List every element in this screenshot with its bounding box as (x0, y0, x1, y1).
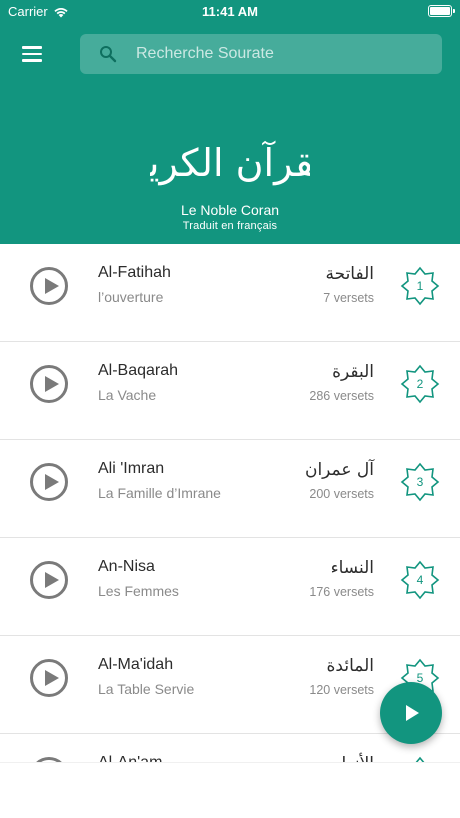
hamburger-icon-line (22, 46, 42, 49)
hamburger-icon-line (22, 59, 42, 62)
surah-list: Al-Fatihah l’ouverture الفاتحة 7 versets… (0, 244, 460, 762)
verse-count: 286 versets (309, 389, 374, 403)
star-badge-icon: 1 (400, 266, 440, 306)
status-bar: Carrier 11:41 AM (0, 0, 460, 24)
play-icon[interactable] (30, 463, 68, 501)
star-badge-icon: 2 (400, 364, 440, 404)
bottom-area (0, 762, 460, 818)
surah-arabic-name: الأنعام (331, 754, 374, 762)
surah-name: Al-Ma'idah (98, 656, 174, 673)
surah-name: An-Nisa (98, 558, 155, 575)
surah-translation: l’ouverture (98, 289, 164, 305)
play-icon[interactable] (30, 659, 68, 697)
surah-arabic-name: النساء (330, 558, 374, 578)
search-icon (80, 34, 136, 74)
surah-arabic-name: آل عمران (304, 460, 374, 480)
surah-translation: La Table Servie (98, 681, 195, 697)
verse-count: 7 versets (323, 291, 374, 305)
search-bar[interactable] (80, 34, 442, 74)
surah-arabic-name: المائدة (326, 656, 374, 676)
verse-count: 176 versets (309, 585, 374, 599)
surah-translation: Les Femmes (98, 583, 179, 599)
surah-translation: La Vache (98, 387, 157, 403)
hamburger-icon-line (22, 52, 42, 56)
battery-icon (428, 5, 455, 17)
star-badge-icon: 4 (400, 560, 440, 600)
surah-number: 1 (416, 279, 424, 293)
surah-number: 3 (416, 475, 424, 489)
surah-row[interactable]: Ali 'Imran La Famille d’Imrane آل عمران … (0, 440, 460, 538)
surah-arabic-name: البقرة (332, 362, 374, 382)
surah-name: Al-An'am (98, 754, 162, 762)
surah-translation: La Famille d’Imrane (98, 485, 221, 501)
verse-count: 120 versets (309, 683, 374, 697)
surah-number: 2 (416, 377, 424, 391)
app-subtitle: Traduit en français (182, 220, 278, 232)
surah-row[interactable]: Al-Baqarah La Vache البقرة 286 versets 2 (0, 342, 460, 440)
surah-row[interactable]: Al-An'am الأنعام 6 (0, 734, 460, 762)
play-all-button[interactable] (380, 682, 442, 744)
play-icon[interactable] (30, 561, 68, 599)
play-icon[interactable] (30, 267, 68, 305)
clock: 11:41 AM (202, 4, 258, 19)
menu-button[interactable] (14, 38, 50, 70)
surah-row[interactable]: An-Nisa Les Femmes النساء 176 versets 4 (0, 538, 460, 636)
app-header: القرآن الكريم Le Noble Coran Traduit en … (0, 24, 460, 244)
star-badge-icon: 3 (400, 462, 440, 502)
surah-row[interactable]: Al-Fatihah l’ouverture الفاتحة 7 versets… (0, 244, 460, 342)
quran-logo: القرآن الكريم (150, 140, 310, 186)
verse-count: 200 versets (309, 487, 374, 501)
app-title: Le Noble Coran (180, 202, 280, 218)
play-icon[interactable] (30, 365, 68, 403)
surah-name: Ali 'Imran (98, 460, 165, 477)
search-input[interactable] (136, 45, 426, 63)
surah-number: 4 (416, 573, 424, 587)
logo-text: القرآن الكريم (150, 140, 310, 186)
surah-name: Al-Fatihah (98, 264, 171, 281)
surah-name: Al-Baqarah (98, 362, 179, 379)
surah-arabic-name: الفاتحة (325, 264, 374, 284)
